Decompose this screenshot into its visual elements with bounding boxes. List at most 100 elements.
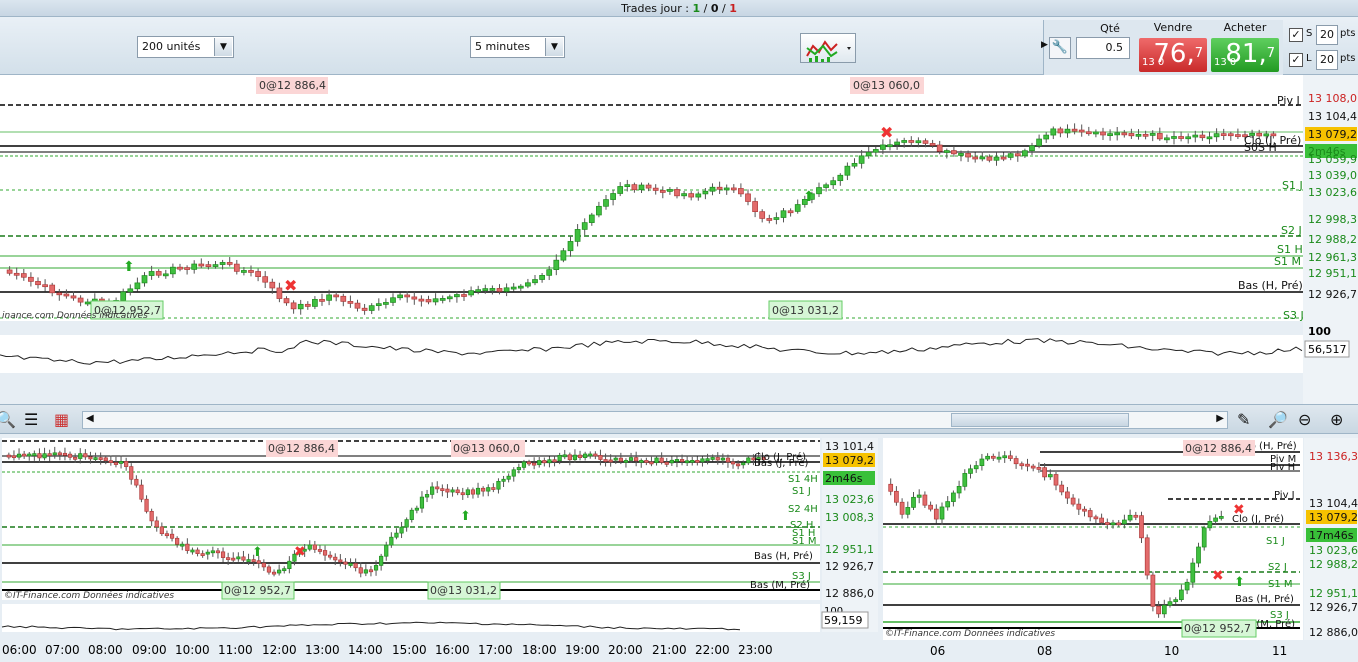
candle-body <box>1135 133 1142 137</box>
draw-tool-icon[interactable]: ✎ <box>1237 412 1250 428</box>
scroll-left-icon[interactable]: ◀ <box>86 413 94 424</box>
candle-body <box>67 453 73 458</box>
level-label: S1 J <box>1282 179 1303 192</box>
candle-body <box>1104 522 1110 525</box>
units-select[interactable]: 200 unités ▼ <box>137 36 234 58</box>
candle-body <box>1110 522 1116 526</box>
candle-body <box>738 188 744 195</box>
candle-body <box>361 307 368 311</box>
osc-axis-value: 59,159 <box>824 614 863 627</box>
main-price-chart[interactable]: Piv JClo (J, Pré)S0S HS1 JS2 JS1 HS1 MBa… <box>0 75 1358 404</box>
candle-body <box>1121 132 1128 136</box>
candle-body <box>1199 134 1206 139</box>
zoom-in-icon[interactable]: ⊕ <box>1330 412 1343 428</box>
candle-body <box>679 459 685 462</box>
candle-body <box>574 229 581 242</box>
candle-body <box>1107 133 1113 136</box>
price-axis-label: 12 886,0 <box>825 587 874 600</box>
price-axis-label: 13 104,4 <box>1309 497 1358 510</box>
candle-body <box>205 551 210 555</box>
candle-body <box>537 460 542 466</box>
candle-body <box>328 554 333 558</box>
chart-type-icon <box>806 40 851 62</box>
candle-body <box>581 222 588 230</box>
price-axis-label: 13 079,2 <box>1308 128 1357 141</box>
candle-body <box>1029 145 1035 152</box>
candle-body <box>1057 128 1064 134</box>
limit-checkbox[interactable]: ✓ <box>1289 53 1303 67</box>
time-axis-label: 10:00 <box>175 643 210 657</box>
bottom-left-chart[interactable]: Clo (J, Pré)Bas (J, Pré)S1 4HS1 JS2 4HS2… <box>0 434 880 662</box>
buy-arrow-icon: ⬆ <box>803 189 815 205</box>
candle-body <box>631 184 638 191</box>
candle-body <box>261 562 266 568</box>
candle-body <box>319 299 325 302</box>
level-label: S2 J <box>1268 562 1287 573</box>
horizontal-scrollbar[interactable]: ◀ ▶ <box>82 411 1228 429</box>
scroll-right-icon[interactable]: ▶ <box>1216 413 1224 424</box>
candle-body <box>901 140 908 143</box>
candle-body <box>985 455 990 460</box>
candle-body <box>1150 574 1156 607</box>
price-axis-label: 12 961,3 <box>1308 251 1357 264</box>
chart-type-button[interactable] <box>800 33 856 63</box>
candle-body <box>220 551 226 558</box>
buy-button[interactable]: 13 0 81,7 <box>1211 38 1279 72</box>
candle-body <box>567 454 572 461</box>
candle-body <box>766 218 773 221</box>
scroll-thumb[interactable] <box>951 413 1129 427</box>
stop-points-input[interactable]: 20 <box>1316 25 1338 45</box>
candle-body <box>465 489 470 496</box>
candle-body <box>501 478 506 482</box>
expand-arrow-icon[interactable]: ▶ <box>1041 40 1048 50</box>
bottom-right-chart[interactable]: Clo (H, Pré)Piv MPiv HPiv JClo (J, Pré)S… <box>880 434 1358 662</box>
level-label: S1 4H <box>788 474 818 485</box>
list-icon[interactable]: ☰ <box>24 412 38 428</box>
candle-body <box>6 454 11 458</box>
zoom-area-icon[interactable]: 🔎 <box>1268 412 1288 428</box>
candle-body <box>118 461 124 464</box>
candle-body <box>1100 131 1106 136</box>
buy-price-main: 81, <box>1225 39 1267 69</box>
candle-body <box>399 526 404 534</box>
candle-body <box>418 298 425 302</box>
bars-icon[interactable]: ▦ <box>54 412 69 428</box>
price-axis-label: 12 951,1 <box>825 543 874 556</box>
candle-body <box>191 263 198 270</box>
interval-select[interactable]: 5 minutes ▼ <box>470 36 565 58</box>
candle-body <box>404 294 411 298</box>
candle-body <box>236 556 241 560</box>
candle-body <box>659 190 666 193</box>
candle-body <box>1036 138 1042 147</box>
candle-body <box>215 550 221 554</box>
time-axis-label: 22:00 <box>695 643 730 657</box>
limit-points-input[interactable]: 20 <box>1316 50 1338 70</box>
magnifier-icon[interactable]: 🔍 <box>0 412 16 428</box>
price-axis-label: 13 108,0 <box>1308 92 1357 105</box>
zoom-out-icon[interactable]: ⊖ <box>1298 412 1311 428</box>
buy-arrow-icon: ⬆ <box>1234 575 1245 590</box>
candle-body <box>348 563 353 566</box>
candle-body <box>496 480 501 490</box>
candle-body <box>1036 467 1042 470</box>
candle-body <box>486 487 491 492</box>
chevron-down-icon[interactable]: ▼ <box>214 38 232 56</box>
candle-body <box>180 543 185 547</box>
candle-body <box>945 501 951 508</box>
candle-body <box>1008 455 1013 459</box>
time-axis-label: 06 <box>930 644 945 658</box>
candle-body <box>552 459 557 463</box>
candle-body <box>720 457 725 461</box>
candle-body <box>200 553 205 556</box>
wrench-icon[interactable]: 🔧 <box>1049 37 1071 59</box>
time-axis-label: 06:00 <box>2 643 37 657</box>
candle-body <box>1082 508 1087 512</box>
candle-body <box>170 266 176 275</box>
chevron-down-icon[interactable]: ▼ <box>545 38 563 56</box>
stop-checkbox[interactable]: ✓ <box>1289 28 1303 42</box>
candle-body <box>1014 153 1021 157</box>
sell-button[interactable]: 13 0 76,7 <box>1139 38 1207 72</box>
candle-body <box>951 492 956 502</box>
osc-axis-top: 100 <box>1308 325 1331 338</box>
quantity-input[interactable]: 0.5 <box>1076 37 1130 59</box>
